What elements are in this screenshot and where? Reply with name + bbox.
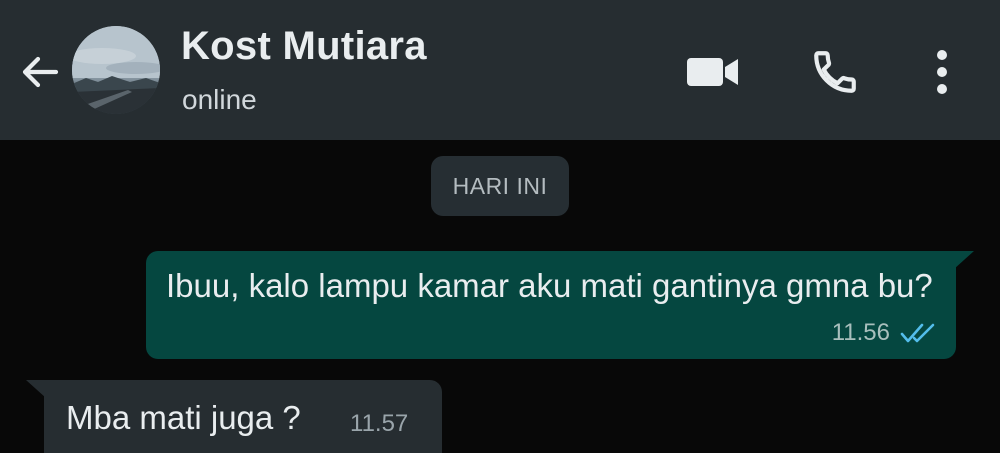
message-text: Mba mati juga ?: [66, 399, 301, 436]
contact-status: online: [182, 84, 257, 115]
video-call-button[interactable]: [680, 46, 746, 98]
more-vertical-icon: [937, 50, 947, 94]
avatar-landscape-image: [72, 26, 160, 114]
date-divider: HARI INI: [431, 156, 569, 216]
chat-header: Kost Mutiara online: [0, 0, 1000, 140]
more-options-button[interactable]: [920, 40, 964, 104]
message-timestamp: 11.56: [831, 319, 890, 346]
message-text: Ibuu, kalo lampu kamar aku mati gantinya…: [166, 267, 933, 304]
video-camera-icon: [687, 58, 738, 86]
chat-screen: Kost Mutiara online HARI INI Ibuu, kalo …: [0, 0, 1000, 453]
double-check-read-icon: [900, 323, 935, 343]
contact-name[interactable]: Kost Mutiara: [181, 24, 427, 69]
message-timestamp: 11.57: [350, 410, 409, 437]
incoming-message-bubble[interactable]: Mba mati juga ? 11.57: [44, 380, 442, 453]
outgoing-bubble-tail: [954, 251, 974, 269]
voice-call-button[interactable]: [800, 40, 870, 104]
arrow-left-icon: [22, 56, 59, 88]
contact-avatar[interactable]: [72, 26, 160, 114]
phone-icon: [814, 51, 856, 93]
outgoing-message-bubble[interactable]: Ibuu, kalo lampu kamar aku mati gantinya…: [146, 251, 956, 359]
incoming-bubble-tail: [26, 380, 46, 398]
back-button[interactable]: [14, 46, 66, 98]
